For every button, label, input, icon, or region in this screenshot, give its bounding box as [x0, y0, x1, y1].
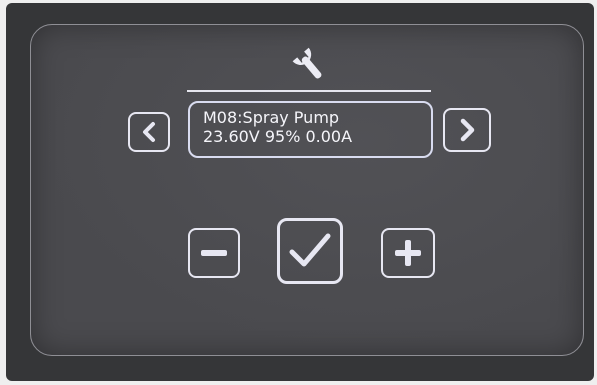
- next-button[interactable]: [443, 108, 491, 152]
- confirm-button[interactable]: [277, 218, 343, 284]
- previous-button[interactable]: [128, 112, 170, 152]
- chevron-left-icon: [143, 122, 155, 142]
- checkmark-icon: [289, 233, 331, 267]
- minus-icon: [201, 250, 227, 256]
- header-divider: [187, 90, 431, 92]
- module-status: 23.60V 95% 0.00A: [203, 127, 353, 146]
- decrease-button[interactable]: [188, 228, 240, 278]
- increase-button[interactable]: [381, 228, 435, 278]
- wrench-icon: [292, 47, 322, 79]
- chevron-right-icon: [460, 118, 475, 142]
- module-name: M08:Spray Pump: [203, 108, 340, 127]
- module-info-panel: M08:Spray Pump 23.60V 95% 0.00A: [188, 101, 433, 158]
- plus-icon: [395, 240, 421, 266]
